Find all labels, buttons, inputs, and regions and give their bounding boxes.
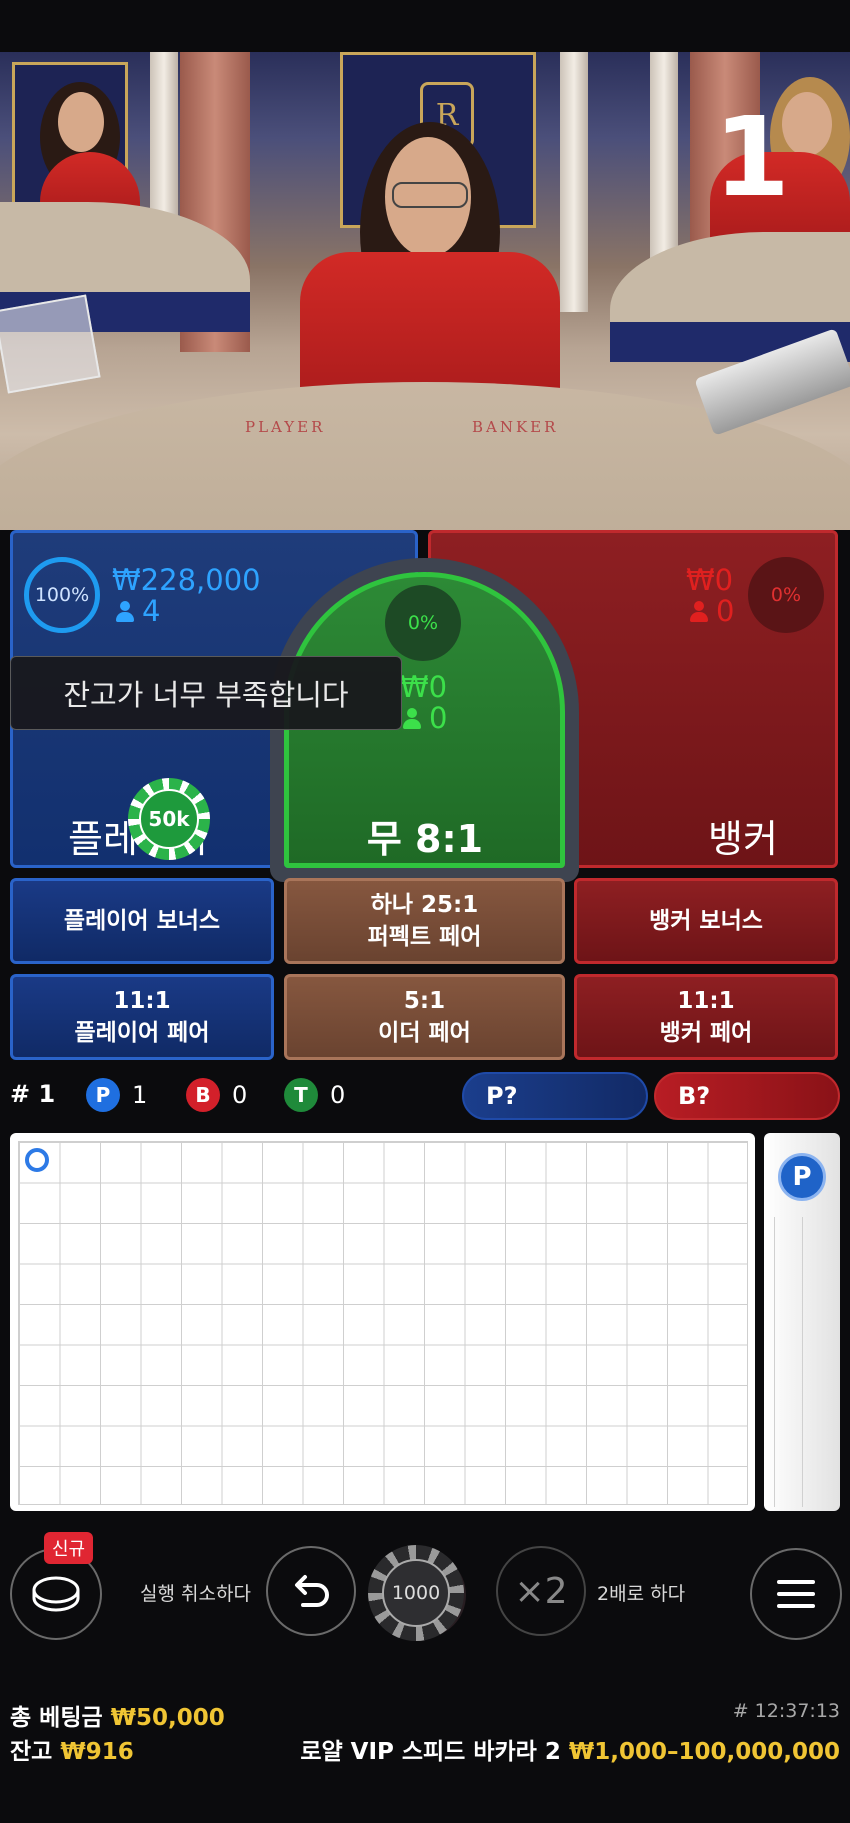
bet-banker-pair[interactable]: 11:1 뱅커 페어 [574, 974, 838, 1060]
player-win-marker [25, 1148, 49, 1172]
banker-badge: B [186, 1078, 220, 1112]
bet-player-pair[interactable]: 11:1 플레이어 페어 [10, 974, 274, 1060]
round-counter: # 1 [10, 1080, 56, 1108]
menu-button[interactable] [750, 1548, 842, 1640]
bet-banker-bonus[interactable]: 뱅커 보너스 [574, 878, 838, 964]
person-icon [116, 601, 134, 623]
total-bet-label: 총 베팅금 [10, 1705, 103, 1731]
undo-label: 실행 취소하다 [140, 1583, 251, 1605]
player-bonus-label: 플레이어 보너스 [63, 908, 221, 934]
person-icon [690, 601, 708, 623]
double-label: 2배로 하다 [597, 1583, 686, 1605]
live-video-feed: R PLAYER BANKER 1 [0, 52, 850, 530]
table-name: 로얄 VIP 스피드 바카라 2 [300, 1739, 561, 1765]
hamburger-menu-icon [777, 1580, 815, 1608]
bet-player-bonus[interactable]: 플레이어 보너스 [10, 878, 274, 964]
undo-button[interactable] [266, 1546, 356, 1636]
side-road-grid [774, 1217, 830, 1507]
total-bet: 총 베팅금 ₩50,000 [10, 1698, 225, 1732]
tie-total-amount: ₩0 [400, 670, 448, 704]
player-total-amount: ₩228,000 [112, 563, 261, 597]
selected-chip-button[interactable]: 1000 [368, 1545, 464, 1641]
banker-percent-ring: 0% [748, 557, 824, 633]
tie-win-count: 0 [330, 1081, 346, 1109]
tie-count-value: 0 [429, 701, 448, 735]
banker-win-count: 0 [232, 1081, 248, 1109]
banker-total-amount: ₩0 [686, 563, 734, 597]
banker-bonus-label: 뱅커 보너스 [649, 908, 763, 934]
bet-perfect-pair[interactable]: 하나 25:1 퍼펙트 페어 [284, 878, 565, 964]
table-info: 로얄 VIP 스피드 바카라 2 ₩1,000–100,000,000 [300, 1732, 840, 1766]
player-bettor-count: 4 [116, 596, 160, 626]
perfect-pair-label: 퍼펙트 페어 [367, 924, 482, 950]
predict-player-button[interactable]: P? [462, 1072, 648, 1120]
dealer-glasses [392, 182, 468, 208]
total-bet-value: ₩50,000 [110, 1705, 225, 1731]
predict-banker-button[interactable]: B? [654, 1072, 840, 1120]
banker-label: 뱅커 [708, 817, 778, 861]
player-pair-odds: 11:1 [113, 988, 171, 1014]
tie-win-stat: T 0 [284, 1078, 345, 1112]
either-pair-odds: 5:1 [403, 988, 446, 1014]
side-road[interactable]: P [764, 1133, 840, 1511]
insufficient-balance-toast: 잔고가 너무 부족합니다 [10, 656, 402, 730]
placed-chip-value: 50k [139, 789, 199, 849]
felt-label-banker: BANKER [472, 418, 559, 436]
tie-badge: T [284, 1078, 318, 1112]
side-road-player-marker: P [778, 1153, 826, 1201]
banker-win-stat: B 0 [186, 1078, 247, 1112]
player-pair-label: 플레이어 페어 [74, 1020, 210, 1046]
bet-limits: ₩1,000–100,000,000 [568, 1739, 840, 1765]
new-badge: 신규 [44, 1532, 94, 1564]
player-win-count: 1 [132, 1081, 148, 1109]
chips-stack-icon [32, 1576, 80, 1612]
dealer-face [58, 92, 104, 152]
player-percent-ring: 100% [24, 557, 100, 633]
banker-pair-odds: 11:1 [677, 988, 735, 1014]
game-time: # 12:37:13 [732, 1700, 840, 1722]
balance: 잔고 ₩916 [10, 1732, 134, 1766]
player-badge: P [86, 1078, 120, 1112]
banker-bettor-count: 0 [690, 596, 734, 626]
either-pair-label: 이더 페어 [378, 1020, 471, 1046]
player-count-value: 4 [142, 594, 161, 628]
person-icon [403, 708, 421, 730]
player-win-stat: P 1 [86, 1078, 147, 1112]
balance-value: ₩916 [60, 1739, 134, 1765]
bead-road-grid [18, 1141, 748, 1505]
double-button[interactable]: ×2 [496, 1546, 586, 1636]
tie-percent-ring: 0% [385, 585, 461, 661]
placed-chip: 50k [128, 778, 210, 860]
selected-chip-value: 1000 [382, 1559, 450, 1627]
tie-bettor-count: 0 [403, 703, 447, 733]
bead-road[interactable] [10, 1133, 755, 1511]
bet-either-pair[interactable]: 5:1 이더 페어 [284, 974, 565, 1060]
felt-label-player: PLAYER [245, 418, 326, 436]
undo-icon [295, 1575, 329, 1607]
pillar [560, 52, 588, 312]
banker-count-value: 0 [716, 594, 735, 628]
balance-label: 잔고 [10, 1739, 53, 1765]
round-number: 1 [713, 93, 790, 221]
discard-tray [0, 294, 101, 394]
perfect-pair-odds: 하나 25:1 [370, 892, 479, 918]
banker-pair-label: 뱅커 페어 [659, 1020, 753, 1046]
